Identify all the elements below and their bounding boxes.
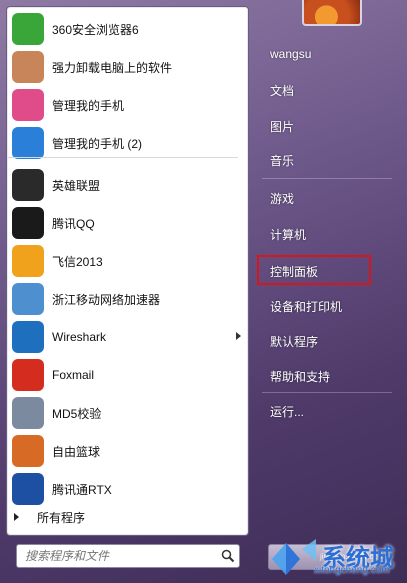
menu-documents[interactable]: 文档 <box>270 82 294 99</box>
user-avatar[interactable] <box>302 0 362 26</box>
foxmail-icon <box>12 359 44 391</box>
wireshark-fin-icon <box>12 321 44 353</box>
search-input[interactable] <box>23 548 217 564</box>
program-item[interactable]: 腾讯通RTX <box>8 470 245 508</box>
menu-computer[interactable]: 计算机 <box>270 226 306 243</box>
program-label: 英雄联盟 <box>52 178 101 193</box>
program-item[interactable]: Wireshark <box>8 318 245 356</box>
qq-penguin-icon <box>12 207 44 239</box>
network-accelerator-icon <box>12 283 44 315</box>
program-item[interactable]: 管理我的手机 <box>8 86 245 124</box>
program-label: 自由篮球 <box>52 444 101 459</box>
program-label: 360安全浏览器6 <box>52 22 139 37</box>
fetion-icon <box>12 245 44 277</box>
uninstall-box-icon <box>12 51 44 83</box>
program-label: 强力卸载电脑上的软件 <box>52 60 173 75</box>
program-item[interactable]: 360安全浏览器6 <box>8 10 245 48</box>
program-item[interactable]: 自由篮球 <box>8 432 245 470</box>
360-browser-icon <box>12 13 44 45</box>
program-item[interactable]: 英雄联盟 <box>8 166 245 204</box>
program-label: Wireshark <box>52 330 107 344</box>
all-programs-button[interactable]: 所有程序 <box>8 506 85 528</box>
triangle-right-icon <box>14 513 19 521</box>
submenu-arrow-icon <box>236 332 241 340</box>
watermark-url: xitongcheng.com <box>314 565 390 576</box>
right-separator <box>262 178 392 179</box>
menu-games[interactable]: 游戏 <box>270 190 294 207</box>
program-item[interactable]: 飞信2013 <box>8 242 245 280</box>
rtx-icon <box>12 473 44 505</box>
program-item[interactable]: 腾讯QQ <box>8 204 245 242</box>
menu-music[interactable]: 音乐 <box>270 152 294 169</box>
user-name[interactable]: wangsu <box>270 47 311 61</box>
program-label: 管理我的手机 (2) <box>52 136 143 151</box>
menu-pictures[interactable]: 图片 <box>270 118 294 135</box>
right-separator-2 <box>262 392 392 393</box>
program-label: 腾讯QQ <box>52 216 95 231</box>
menu-devices-printers[interactable]: 设备和打印机 <box>270 298 342 315</box>
search-icon[interactable] <box>221 549 235 563</box>
menu-help-support[interactable]: 帮助和支持 <box>270 368 330 385</box>
control-panel-highlight-box <box>257 255 371 285</box>
program-label: MD5校验 <box>52 406 102 421</box>
md5-doc-icon <box>12 397 44 429</box>
program-item[interactable]: 强力卸载电脑上的软件 <box>8 48 245 86</box>
menu-default-programs[interactable]: 默认程序 <box>270 333 318 350</box>
program-label: 浙江移动网络加速器 <box>52 292 161 307</box>
pinned-separator <box>8 157 238 158</box>
program-item[interactable]: 浙江移动网络加速器 <box>8 280 245 318</box>
menu-run[interactable]: 运行... <box>270 403 304 420</box>
program-label: Foxmail <box>52 368 95 382</box>
start-menu: 360安全浏览器6 强力卸载电脑上的软件 管理我的手机管理我的手机 (2) 英雄联盟腾… <box>0 0 407 583</box>
program-label: 飞信2013 <box>52 254 103 269</box>
all-programs-label: 所有程序 <box>37 510 86 525</box>
program-item[interactable]: MD5校验 <box>8 394 245 432</box>
phone-icon <box>12 127 44 159</box>
phone-manager-icon <box>12 89 44 121</box>
league-of-legends-icon <box>12 169 44 201</box>
basketball-icon <box>12 435 44 467</box>
program-item[interactable]: Foxmail <box>8 356 245 394</box>
program-label: 管理我的手机 <box>52 98 125 113</box>
program-label: 腾讯通RTX <box>52 482 112 497</box>
search-box[interactable] <box>16 544 240 568</box>
